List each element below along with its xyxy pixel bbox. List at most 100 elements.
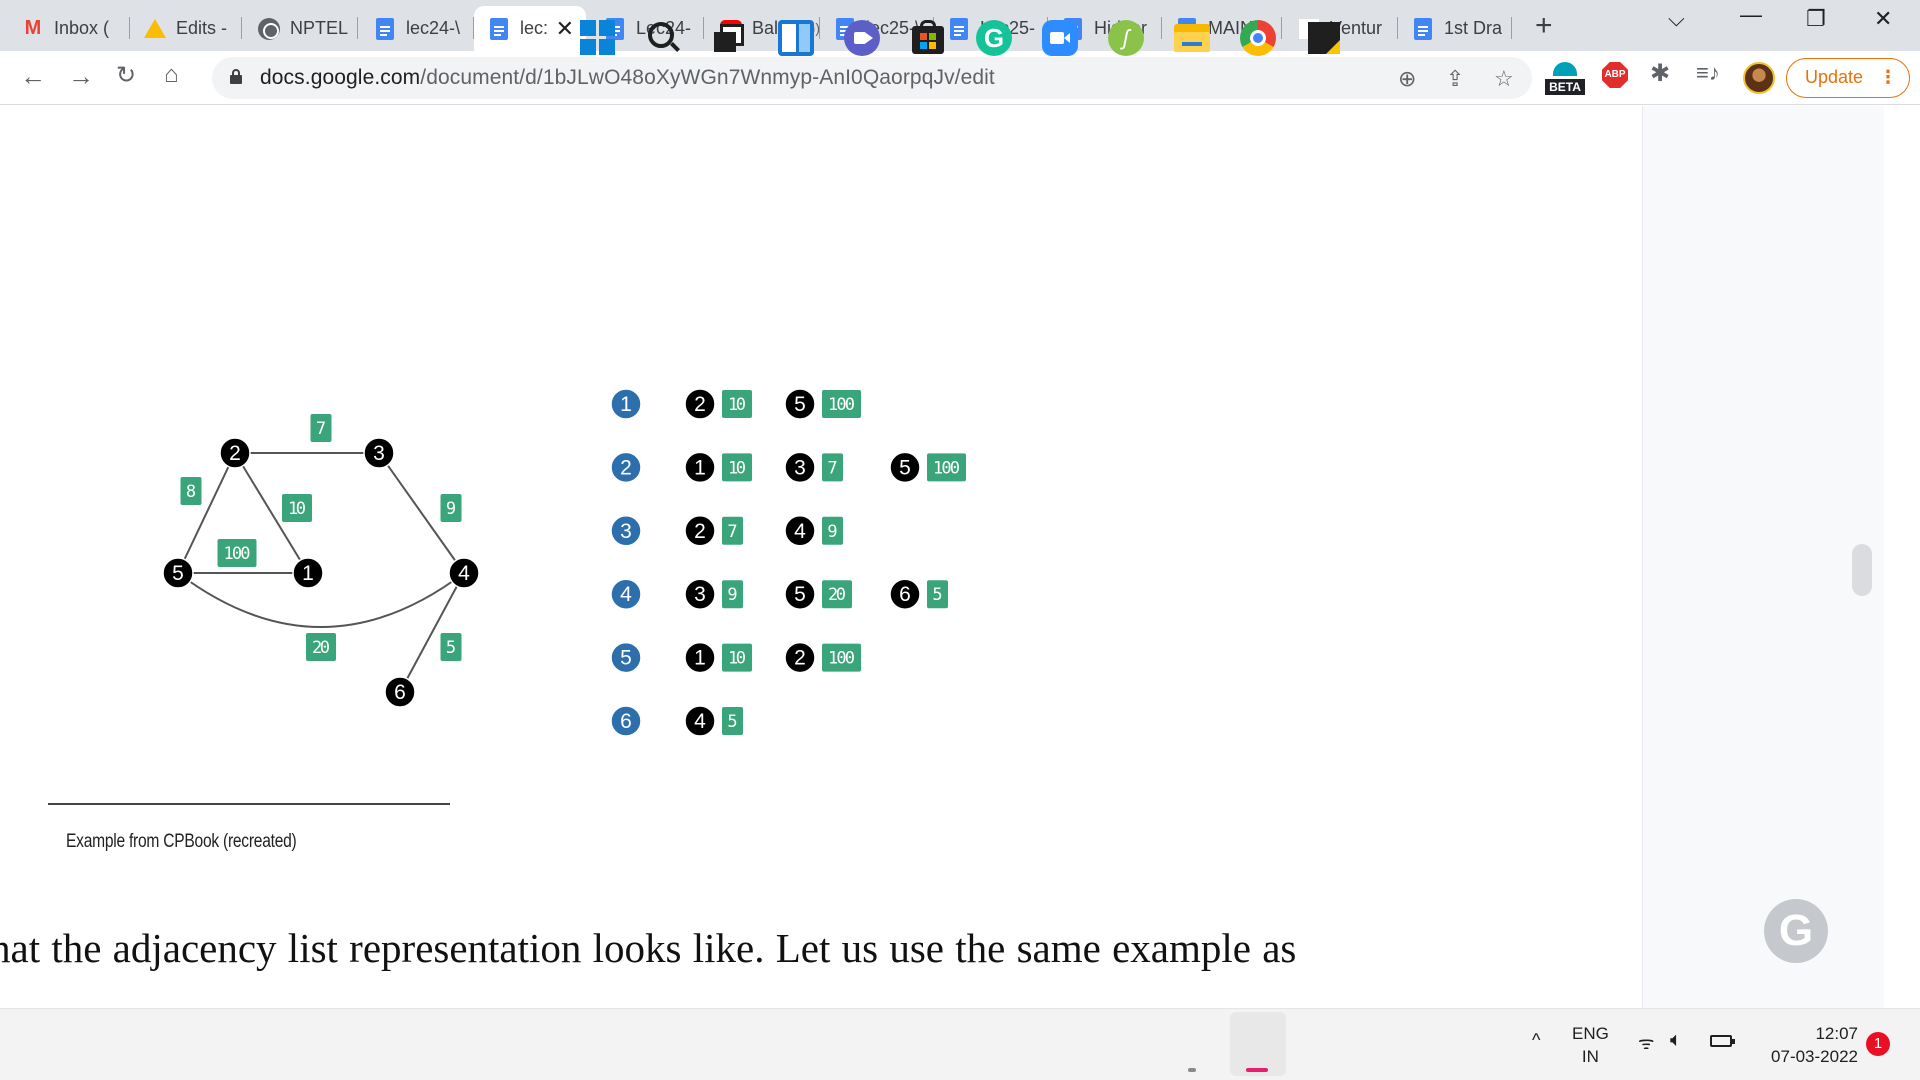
- new-tab-button[interactable]: +: [1535, 9, 1553, 43]
- restore-button[interactable]: ❐: [1806, 6, 1826, 32]
- url-path: /document/d/1bJLwO48oXyWGn7Wnmyp-AnI0Qao…: [420, 66, 995, 89]
- show-hidden-icons-chevron-icon[interactable]: ^: [1532, 1030, 1540, 1051]
- graph-node-label: 1: [302, 562, 314, 585]
- globe-icon: [258, 17, 280, 40]
- tab-separator: [703, 17, 704, 39]
- battery-icon[interactable]: [1710, 1035, 1735, 1047]
- weight-badge: 100: [217, 539, 257, 567]
- kebab-menu-icon: ⋮: [1879, 67, 1897, 87]
- notification-badge[interactable]: 1: [1866, 1032, 1890, 1056]
- weight-badge-label: 7: [727, 522, 737, 542]
- browser-tab[interactable]: Edits -: [130, 6, 242, 51]
- weight-badge: 7: [310, 414, 332, 442]
- update-label: Update: [1805, 67, 1864, 87]
- scrollbar-track[interactable]: [1884, 106, 1920, 1008]
- adjacency-vertex-label: 4: [620, 583, 632, 606]
- zoom-icon[interactable]: [1042, 20, 1078, 56]
- grammarly-floating-icon[interactable]: G: [1764, 899, 1828, 963]
- graph-node-label: 2: [229, 442, 241, 465]
- update-button[interactable]: Update ⋮: [1786, 58, 1910, 98]
- browser-tab[interactable]: NPTEL: [244, 6, 358, 51]
- browser-tab[interactable]: 1st Dra: [1398, 6, 1512, 51]
- media-control-icon[interactable]: ≡♪: [1696, 60, 1720, 86]
- adjacency-neighbor: 5: [784, 388, 816, 420]
- abp-label: ABP: [1604, 69, 1626, 80]
- browser-tab[interactable]: M Inbox (: [8, 6, 130, 51]
- task-view-icon[interactable]: [712, 20, 748, 56]
- share-icon[interactable]: ⇪: [1446, 66, 1464, 92]
- minimize-button[interactable]: —: [1740, 2, 1762, 28]
- weight-badge: 7: [822, 453, 843, 482]
- teams-chat-icon[interactable]: [844, 20, 880, 56]
- adjacency-neighbor: 3: [684, 578, 716, 610]
- forward-button[interactable]: →: [68, 61, 94, 92]
- weight-badge-label: 9: [727, 585, 737, 605]
- close-window-button[interactable]: ✕: [1874, 6, 1892, 32]
- weight-badge-label: 10: [288, 499, 306, 519]
- adblock-plus-icon[interactable]: ABP: [1602, 62, 1628, 88]
- grammarly-icon[interactable]: G: [976, 20, 1012, 56]
- adjacency-vertex: 1: [610, 388, 642, 420]
- beta-extension-label: BETA: [1545, 79, 1585, 95]
- adjacency-neighbor-label: 5: [794, 393, 806, 416]
- microsoft-store-icon[interactable]: [910, 20, 946, 56]
- adjacency-neighbor: 6: [889, 578, 921, 610]
- scrollbar-thumb[interactable]: [1852, 544, 1872, 596]
- start-icon[interactable]: [580, 20, 616, 56]
- weight-badge-label: 100: [828, 395, 855, 415]
- tab-search-chevron-icon[interactable]: ⌵: [1668, 6, 1685, 32]
- adjacency-neighbor: 2: [684, 515, 716, 547]
- adjacency-neighbor: 5: [784, 578, 816, 610]
- tab-title: lec:: [520, 18, 549, 38]
- beta-extension-icon[interactable]: BETA: [1545, 62, 1585, 102]
- back-button[interactable]: ←: [20, 61, 46, 92]
- adjacency-neighbor-label: 3: [694, 583, 706, 606]
- windows-taskbar: [0, 1008, 1920, 1080]
- lock-icon[interactable]: [230, 69, 242, 84]
- url-text[interactable]: docs.google.com/document/d/1bJLwO48oXyWG…: [260, 66, 995, 90]
- close-tab-icon[interactable]: ✕: [556, 16, 574, 42]
- file-explorer-icon[interactable]: [1174, 20, 1210, 56]
- tab-separator: [1281, 17, 1282, 39]
- bookmark-star-icon[interactable]: ☆: [1494, 66, 1514, 92]
- document-canvas[interactable]: 7 8 10 9 100 20 5 1 2 3 4 5 6 1 2 10 5 100 2 1 10 3 7 5 100 3 2 7 4…: [0, 106, 1642, 1008]
- graph-node: 5: [162, 557, 194, 589]
- weight-badge-label: 5: [727, 712, 737, 732]
- extensions-puzzle-icon[interactable]: ✱: [1650, 59, 1670, 88]
- weight-badge-label: 20: [828, 585, 846, 605]
- adjacency-neighbor-label: 1: [694, 456, 706, 479]
- clock-date: 07-03-2022: [1771, 1047, 1858, 1066]
- zoom-icon[interactable]: ⊕: [1398, 66, 1416, 92]
- search-icon[interactable]: [646, 20, 682, 56]
- running-indicator: [1188, 1068, 1196, 1072]
- tab-separator: [241, 17, 242, 39]
- weight-badge-label: 8: [186, 482, 196, 502]
- browser-tab[interactable]: lec24-\: [360, 6, 474, 51]
- adjacency-neighbor-label: 2: [694, 393, 706, 416]
- adjacency-neighbor: 2: [784, 641, 816, 674]
- adjacency-neighbor: 4: [784, 515, 816, 547]
- language-indicator[interactable]: ENG IN: [1572, 1022, 1609, 1068]
- volume-icon[interactable]: 🔈︎: [1670, 1029, 1682, 1052]
- home-button[interactable]: ⌂: [164, 61, 179, 89]
- weight-badge: 9: [722, 580, 743, 609]
- browser-tab[interactable]: lec: ✕: [474, 6, 586, 51]
- tab-separator: [1511, 17, 1512, 39]
- docs-icon: [1412, 17, 1434, 40]
- widgets-icon[interactable]: [778, 20, 814, 56]
- adjacency-vertex-label: 6: [620, 710, 632, 733]
- wifi-icon[interactable]: ᯤ: [1638, 1031, 1654, 1055]
- browser-toolbar: ← → ↻ ⌂ docs.google.com/document/d/1bJLw…: [0, 51, 1920, 105]
- chrome-active-highlight: [1230, 1012, 1286, 1076]
- reload-button[interactable]: ↻: [116, 61, 136, 90]
- sticky-notes-icon[interactable]: [1306, 20, 1342, 56]
- caption-divider: [48, 803, 450, 805]
- clock[interactable]: 12:07 07-03-2022: [1748, 1022, 1858, 1068]
- profile-avatar[interactable]: [1743, 62, 1775, 94]
- adjacency-neighbor: 3: [784, 451, 816, 484]
- chrome-icon[interactable]: [1240, 20, 1276, 56]
- drive-icon: [144, 18, 166, 40]
- address-bar[interactable]: docs.google.com/document/d/1bJLwO48oXyWG…: [212, 57, 1532, 99]
- docs-icon: [488, 17, 510, 40]
- sheets-icon[interactable]: ʃ: [1108, 20, 1144, 56]
